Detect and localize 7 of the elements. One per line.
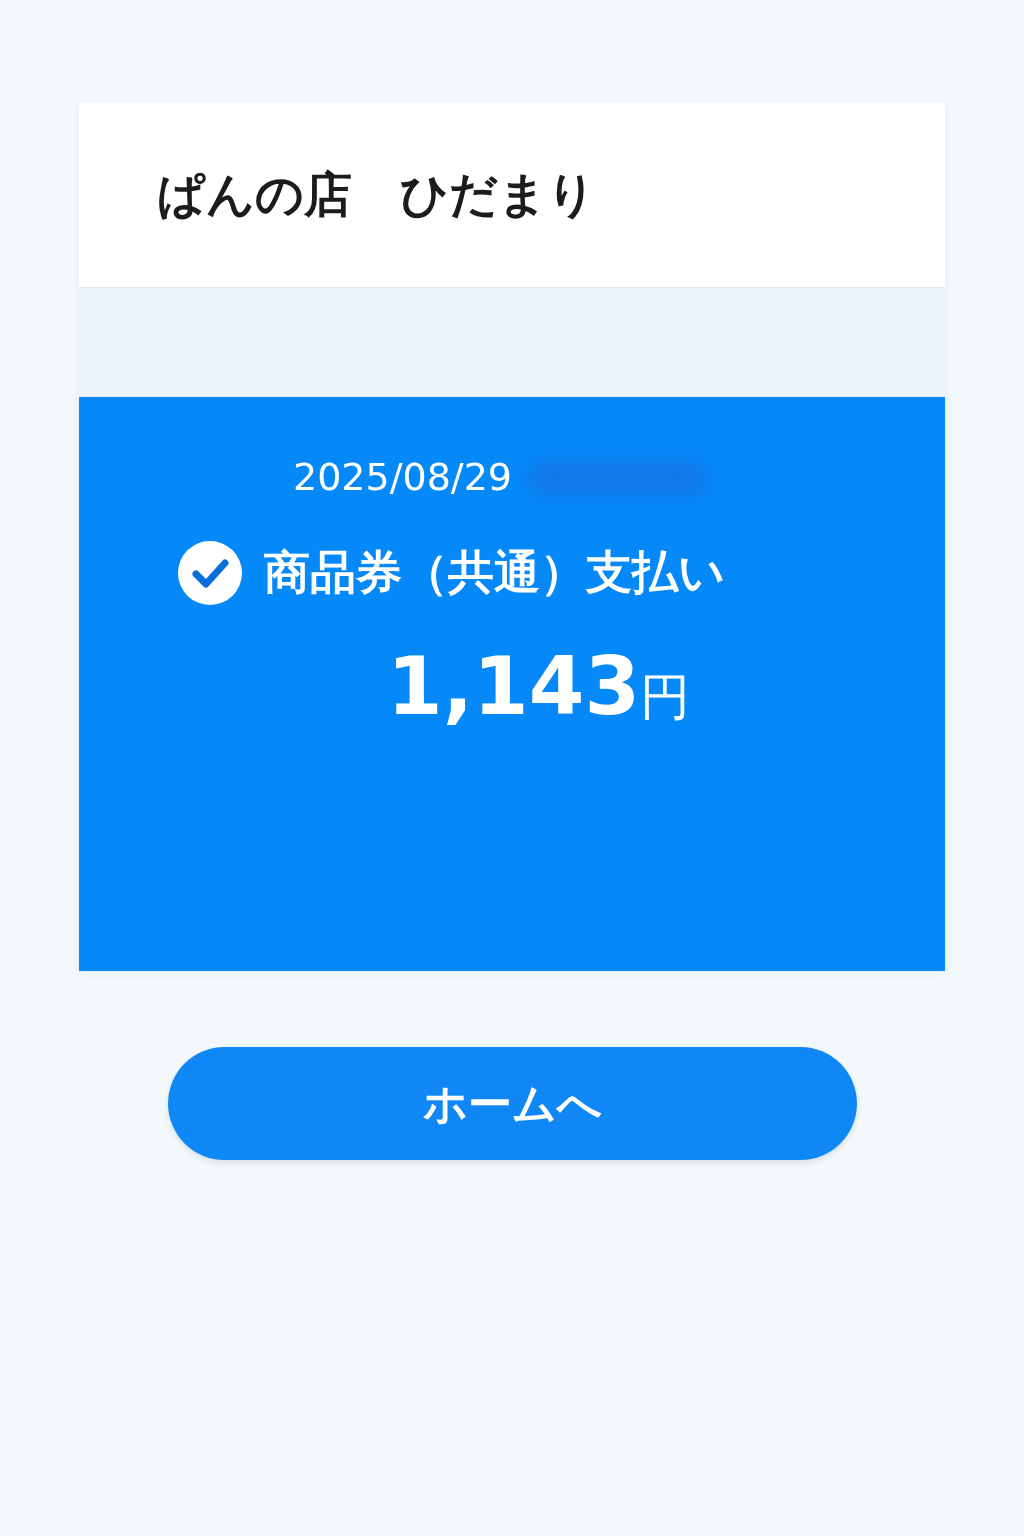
home-button[interactable]: ホームへ — [168, 1047, 857, 1160]
payment-amount: 1,143 — [387, 647, 641, 727]
check-icon — [178, 540, 242, 605]
payment-date: 2025/08/29 — [293, 454, 513, 501]
currency-unit: 円 — [640, 667, 691, 728]
store-name: ぱんの店 ひだまり — [157, 165, 596, 224]
payment-title: 商品券（共通）支払い — [264, 544, 725, 601]
